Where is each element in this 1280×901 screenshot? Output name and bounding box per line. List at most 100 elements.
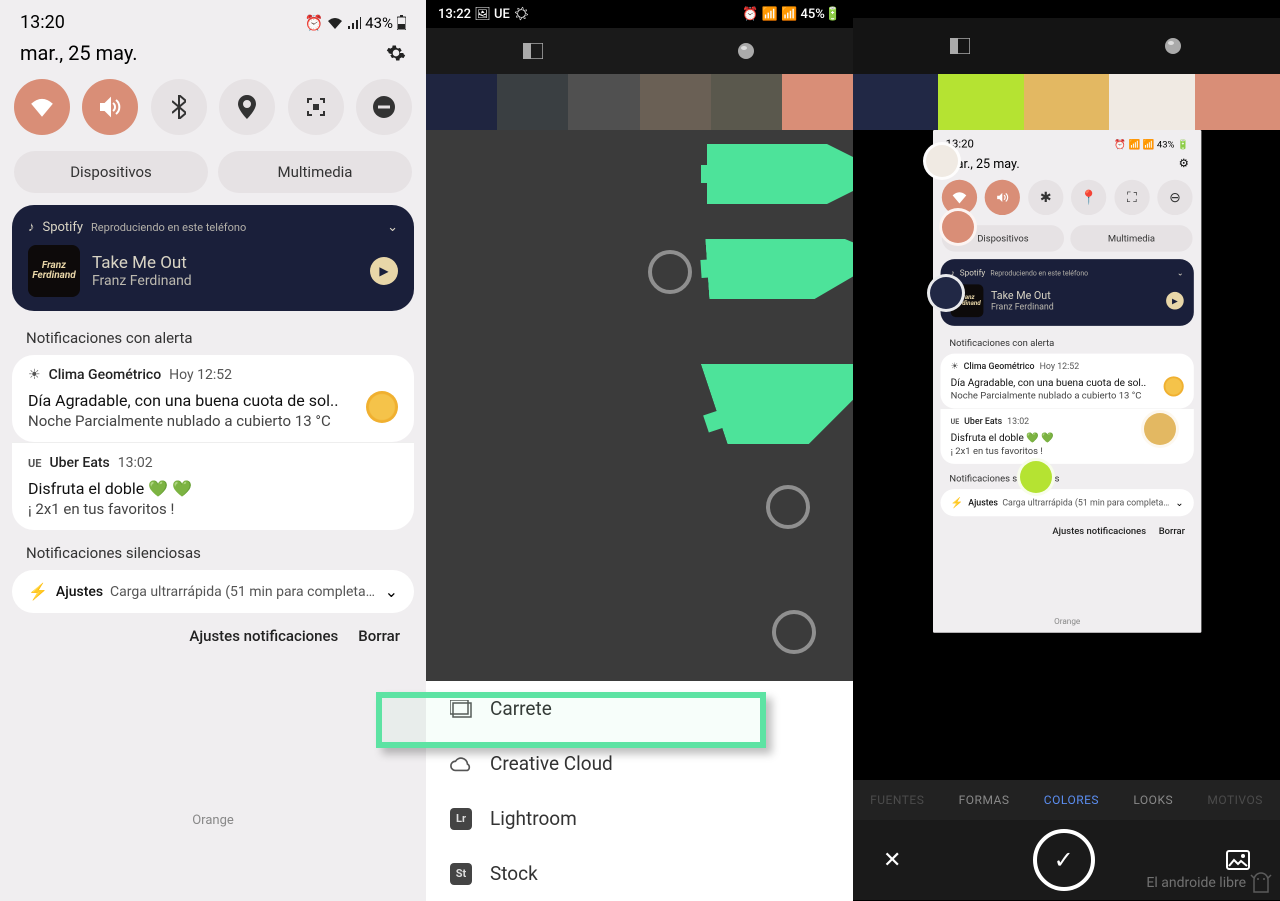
wifi-icon [327, 17, 343, 29]
status-icons: ⏰ 43% [304, 14, 406, 32]
status-time: 13:20 [20, 12, 65, 33]
tool-tabs: FUENTES FORMAS COLORES LOOKS MOTIVOS [853, 780, 1280, 820]
bolt-icon: ⚡ [28, 582, 48, 601]
ue-icon: UE [28, 457, 41, 470]
tab-ball-icon[interactable] [1067, 18, 1280, 74]
menu-item-lightroom[interactable]: Lr Lightroom [426, 791, 853, 846]
palette-swatch [568, 74, 639, 130]
tab-split-icon[interactable] [426, 28, 640, 74]
media-app-name: Spotify [43, 220, 84, 235]
palette-swatch [938, 74, 1023, 130]
notif-subtitle: ¡ 2x1 en tus favoritos ! [28, 500, 398, 518]
image-icon[interactable] [1226, 850, 1250, 870]
notif-title: Disfruta el doble 💚 💚 [28, 479, 398, 498]
qs-dnd[interactable] [356, 79, 412, 135]
annotation-arrow [691, 144, 871, 204]
watermark: El androide libre [1146, 871, 1272, 895]
color-handle[interactable] [1141, 410, 1179, 448]
gear-icon[interactable] [386, 43, 406, 63]
track-title: Take Me Out [92, 253, 358, 273]
confirm-button[interactable]: ✓ [1033, 829, 1095, 891]
screenshot-notification-shade: 13:20 ⏰ 43% mar., 25 may. [0, 0, 426, 901]
color-palette-strip [426, 74, 853, 130]
palette-swatch [1109, 74, 1194, 130]
weather-notification[interactable]: ☀ Clima Geométrico Hoy 12:52 Día Agradab… [12, 355, 414, 442]
ubereats-notification[interactable]: UE Uber Eats 13:02 Disfruta el doble 💚 💚… [12, 442, 414, 530]
chevron-down-icon[interactable]: ⌄ [385, 582, 398, 601]
carrier-label: Orange [12, 813, 414, 828]
clear-all-link[interactable]: Borrar [358, 627, 400, 645]
music-note-icon: ♪ [28, 219, 35, 235]
stock-icon: St [450, 863, 472, 885]
devices-button[interactable]: Dispositivos [14, 151, 208, 193]
annotation-highlight [376, 692, 766, 748]
color-palette-strip [853, 74, 1280, 130]
palette-swatch [1024, 74, 1109, 130]
palette-swatch [426, 74, 497, 130]
menu-label: Lightroom [490, 807, 577, 830]
chevron-down-icon[interactable]: ⌄ [387, 220, 398, 235]
palette-swatch [782, 74, 853, 130]
color-handle[interactable] [1017, 458, 1055, 496]
track-artist: Franz Ferdinand [92, 273, 358, 289]
close-icon[interactable]: ✕ [883, 848, 901, 873]
notif-title: Día Agradable, con una buena cuota de so… [28, 391, 356, 410]
tab-ball-icon[interactable] [640, 28, 854, 74]
tab-colores[interactable]: COLORES [1044, 793, 1099, 807]
notification-settings-link[interactable]: Ajustes notificaciones [189, 627, 338, 645]
tab-motivos[interactable]: MOTIVOS [1207, 793, 1262, 807]
album-art: Franz Ferdinand [28, 245, 80, 297]
status-date: mar., 25 may. [20, 41, 138, 65]
sun-weather-icon [366, 391, 398, 423]
notif-time: 13:02 [118, 455, 153, 471]
menu-item-stock[interactable]: St Stock [426, 846, 853, 901]
color-handle[interactable] [927, 274, 965, 312]
color-handle[interactable] [766, 485, 810, 529]
media-notification[interactable]: ♪ Spotify Reproduciendo en este teléfono… [12, 205, 414, 311]
preview-mini-screenshot: 13:20⏰ 📶 📶 43%🔋 mar., 25 may.⚙ ✱ 📍 ⛶ ⊖ D… [933, 130, 1201, 633]
tab-split-icon[interactable] [853, 18, 1067, 74]
status-time: 13:22 🖼 UE ☀ [438, 7, 530, 22]
notif-app: Clima Geométrico [49, 367, 162, 383]
notif-app: Uber Eats [49, 455, 109, 471]
tab-looks[interactable]: LOOKS [1133, 793, 1173, 807]
media-subtext: Reproduciendo en este teléfono [91, 221, 246, 234]
color-handle[interactable] [923, 142, 961, 180]
tab-fuentes[interactable]: FUENTES [870, 793, 924, 807]
qs-location[interactable] [219, 79, 275, 135]
color-handle[interactable] [939, 208, 977, 246]
lightroom-icon: Lr [450, 808, 472, 830]
palette-swatch [711, 74, 782, 130]
menu-label: Creative Cloud [490, 752, 613, 775]
play-button[interactable]: ▶ [370, 257, 398, 285]
multimedia-button[interactable]: Multimedia [218, 151, 412, 193]
qs-sound[interactable] [82, 79, 138, 135]
qs-screenshot[interactable] [288, 79, 344, 135]
sun-icon-small: ☀ [28, 367, 41, 383]
signal-icon [347, 17, 361, 29]
battery-icon [397, 15, 406, 30]
silent-section-label: Notificaciones silenciosas [12, 540, 414, 570]
alarm-icon: ⏰ [304, 14, 323, 32]
palette-swatch [853, 74, 938, 130]
screenshot-adobe-picker: 13:22 🖼 UE ☀ ⏰ 📶 📶 45%🔋 Carr [426, 0, 853, 901]
palette-swatch [497, 74, 568, 130]
palette-swatch [640, 74, 711, 130]
tab-formas[interactable]: FORMAS [959, 793, 1010, 807]
alert-section-label: Notificaciones con alerta [12, 325, 414, 355]
status-right: ⏰ 📶 📶 45%🔋 [742, 7, 841, 22]
qs-bluetooth[interactable] [151, 79, 207, 135]
color-handle[interactable] [648, 250, 692, 294]
menu-label: Stock [490, 862, 538, 885]
battery-text: 43% [365, 14, 393, 32]
settings-notification[interactable]: ⚡ Ajustes Carga ultrarrápida (51 min par… [12, 570, 414, 613]
quick-settings-row [12, 75, 414, 147]
cloud-icon [450, 753, 472, 775]
color-handle[interactable] [772, 610, 816, 654]
screenshot-color-editor: 13:20⏰ 📶 📶 43%🔋 mar., 25 may.⚙ ✱ 📍 ⛶ ⊖ D… [853, 0, 1280, 901]
palette-swatch [1195, 74, 1280, 130]
qs-wifi[interactable] [14, 79, 70, 135]
notif-subtitle: Noche Parcialmente nublado a cubierto 13… [28, 412, 356, 430]
annotation-arrow [696, 364, 876, 444]
annotation-arrow [691, 239, 871, 299]
